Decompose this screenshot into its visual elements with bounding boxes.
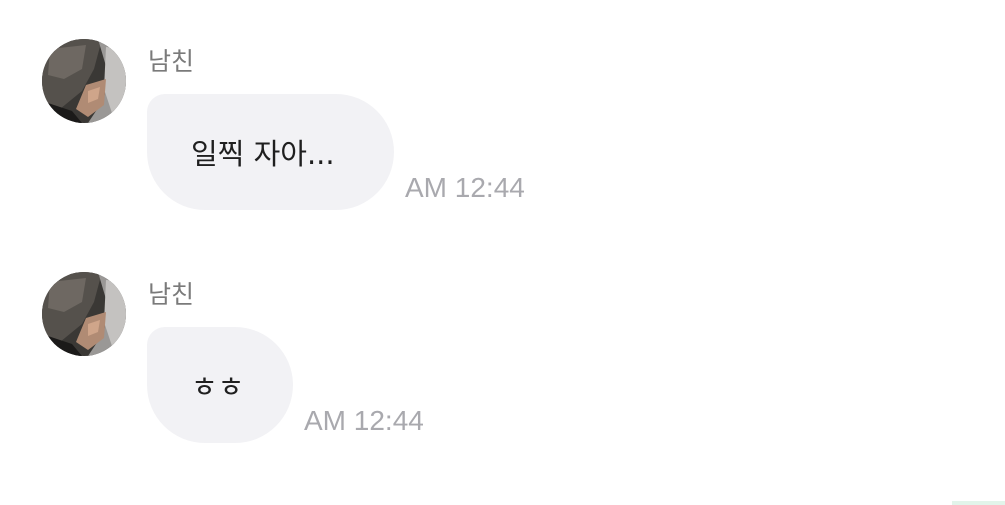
message-text: ㅎㅎ (191, 370, 245, 404)
scroll-indicator (952, 501, 1005, 505)
sender-avatar[interactable] (42, 272, 126, 356)
sender-avatar[interactable] (42, 39, 126, 123)
profile-photo-icon (42, 39, 126, 123)
sender-name: 남친 (148, 280, 195, 309)
message-bubble[interactable]: ㅎㅎ (147, 327, 293, 443)
message-timestamp: AM 12:44 (405, 172, 525, 203)
message-text: 일찍 자아... (191, 137, 335, 171)
message-bubble[interactable]: 일찍 자아... (147, 94, 394, 210)
profile-photo-icon (42, 272, 126, 356)
chat-message-list: 남친 일찍 자아... AM 12:44 남친 ㅎㅎ AM 12:44 (0, 0, 1005, 505)
sender-name: 남친 (148, 47, 195, 76)
message-timestamp: AM 12:44 (304, 405, 424, 436)
